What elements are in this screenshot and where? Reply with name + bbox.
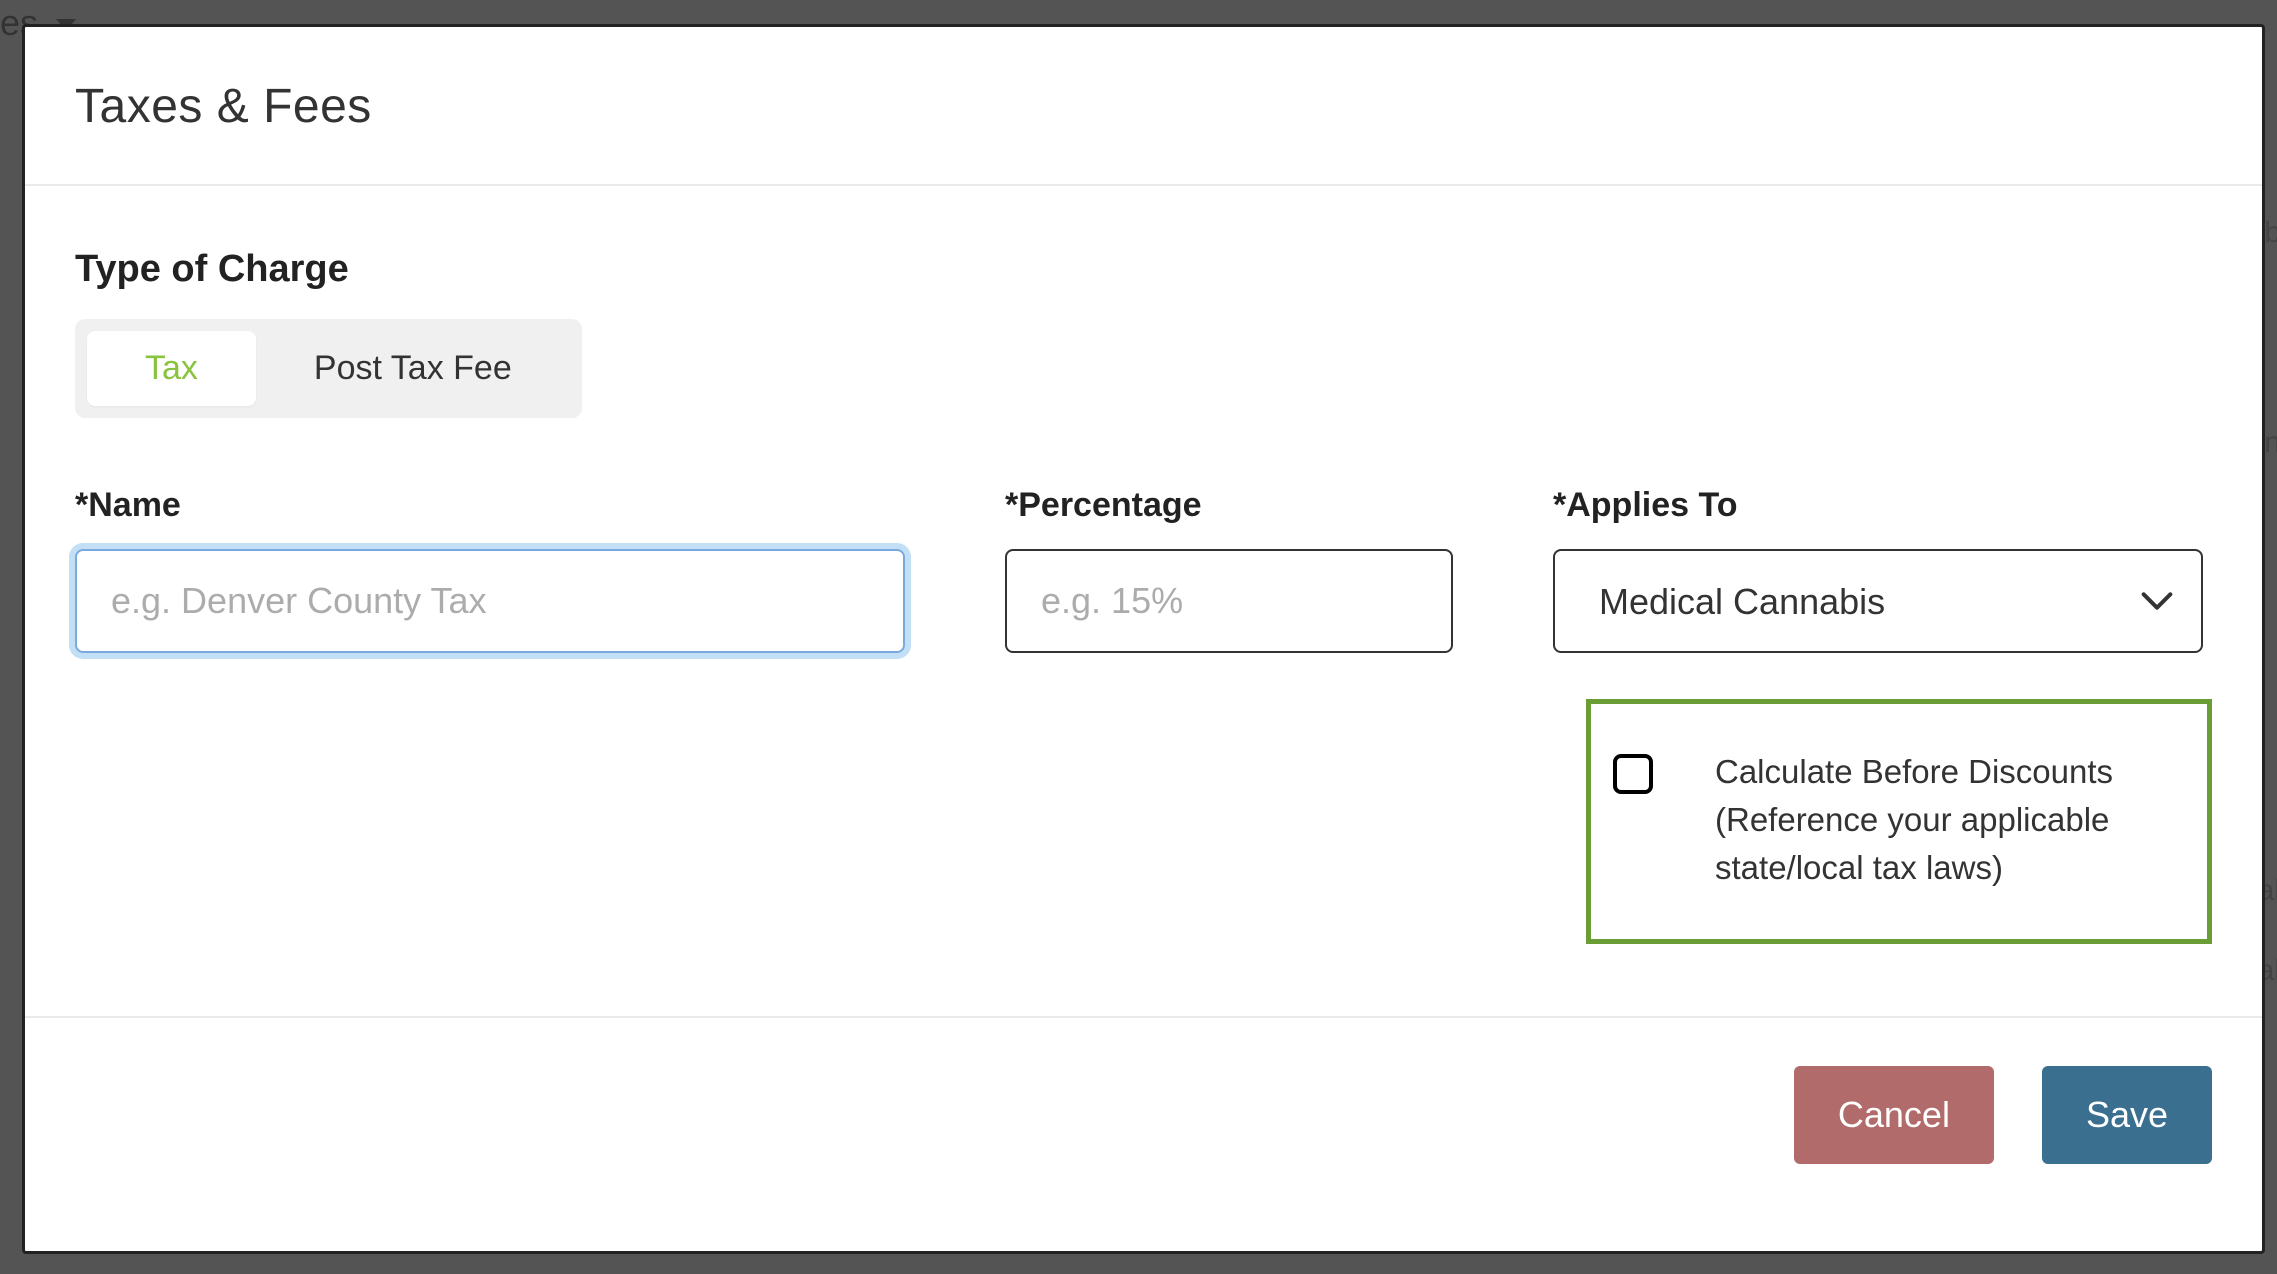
modal-footer: Cancel Save — [25, 1018, 2262, 1212]
tab-post-tax-fee[interactable]: Post Tax Fee — [256, 331, 570, 406]
bg-fragment: b — [2264, 216, 2277, 250]
type-of-charge-toggle: Tax Post Tax Fee — [75, 319, 582, 418]
name-group: *Name — [75, 486, 905, 653]
percentage-input[interactable] — [1005, 549, 1453, 653]
form-row: *Name *Percentage *Applies To Medical Ca… — [75, 486, 2212, 653]
percentage-label: *Percentage — [1005, 486, 1453, 525]
calculate-before-discounts-label: Calculate Before Discounts (Reference yo… — [1715, 748, 2179, 893]
applies-to-label: *Applies To — [1553, 486, 2203, 525]
modal-body: Type of Charge Tax Post Tax Fee *Name *P… — [25, 186, 2262, 1018]
applies-to-select[interactable]: Medical Cannabis — [1553, 549, 2203, 653]
calculate-before-discounts-checkbox[interactable] — [1613, 754, 1653, 794]
name-input[interactable] — [75, 549, 905, 653]
taxes-fees-modal: Taxes & Fees Type of Charge Tax Post Tax… — [22, 24, 2265, 1254]
type-of-charge-heading: Type of Charge — [75, 248, 2212, 291]
applies-to-group: *Applies To Medical Cannabis — [1553, 486, 2203, 653]
tab-tax[interactable]: Tax — [87, 331, 256, 406]
applies-to-select-wrap: Medical Cannabis — [1553, 549, 2203, 653]
calculate-before-discounts-box: Calculate Before Discounts (Reference yo… — [1586, 699, 2212, 944]
percentage-group: *Percentage — [1005, 486, 1453, 653]
cancel-button[interactable]: Cancel — [1794, 1066, 1994, 1164]
save-button[interactable]: Save — [2042, 1066, 2212, 1164]
modal-title: Taxes & Fees — [75, 79, 2212, 134]
name-label: *Name — [75, 486, 905, 525]
modal-header: Taxes & Fees — [25, 27, 2262, 186]
